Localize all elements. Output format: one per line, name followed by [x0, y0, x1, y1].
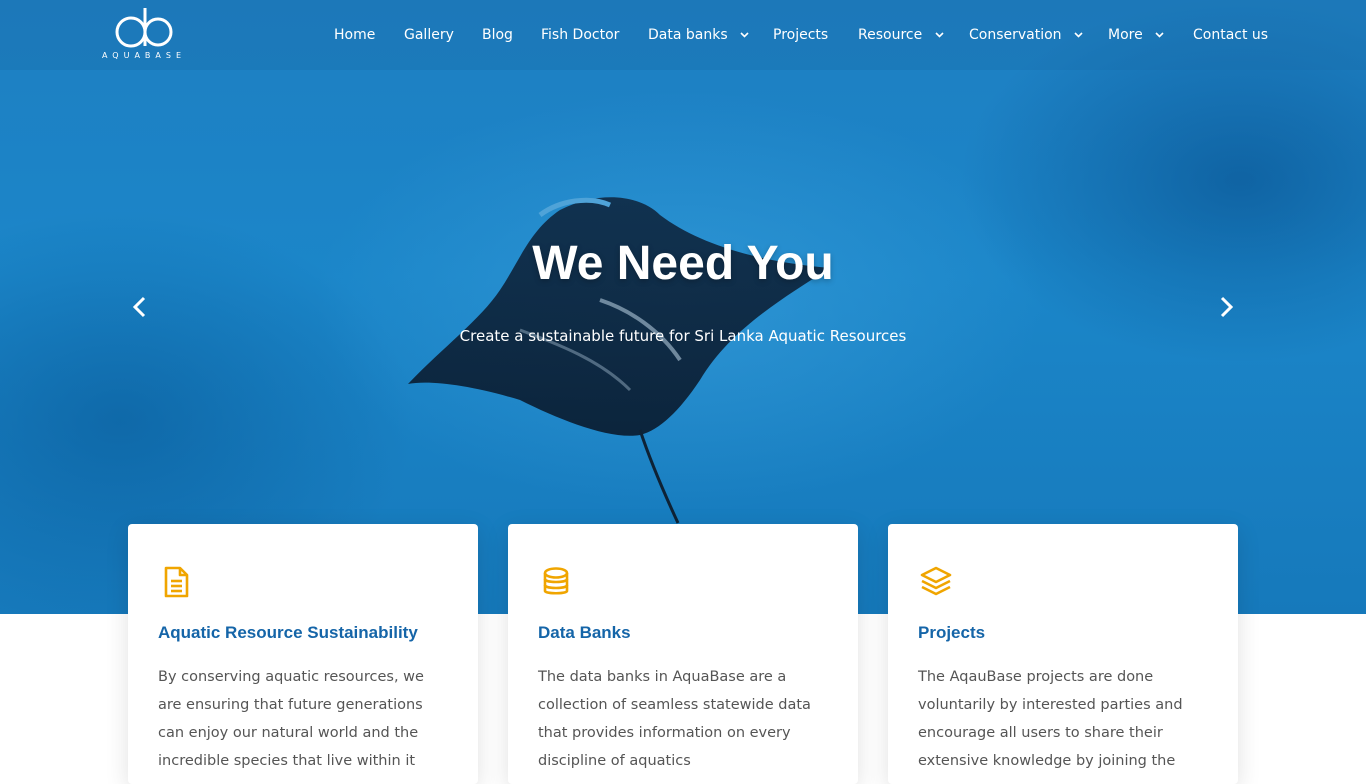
- card-title: Aquatic Resource Sustainability: [158, 623, 418, 642]
- carousel-next-button[interactable]: [1213, 294, 1239, 320]
- card-title: Data Banks: [538, 623, 631, 642]
- card-body: The data banks in AquaBase are a collect…: [538, 669, 811, 769]
- chevron-down-icon: [1155, 32, 1164, 38]
- nav-gallery-label: Gallery: [404, 27, 454, 43]
- nav-conservation[interactable]: Conservation: [969, 24, 1083, 46]
- nav-contact-us[interactable]: Contact us: [1193, 24, 1268, 46]
- nav-home[interactable]: Home: [334, 24, 375, 46]
- logo-text: AQUABASE: [101, 51, 187, 60]
- chevron-right-icon: [1220, 296, 1234, 318]
- nav-more[interactable]: More: [1108, 24, 1164, 46]
- nav-conservation-label: Conservation: [969, 27, 1062, 43]
- nav-more-label: More: [1108, 27, 1143, 43]
- document-icon: [164, 566, 189, 598]
- card-aquatic-resource-sustainability[interactable]: Aquatic Resource Sustainability By conse…: [128, 524, 478, 784]
- card-title: Projects: [918, 623, 986, 642]
- chevron-down-icon: [1074, 32, 1083, 38]
- nav-blog-label: Blog: [482, 27, 513, 43]
- nav-contact-us-label: Contact us: [1193, 27, 1269, 43]
- main-menu: Home Gallery Blog Fish Doctor Data banks…: [0, 24, 1366, 46]
- nav-fish-doctor[interactable]: Fish Doctor: [541, 24, 619, 46]
- layers-icon: [920, 566, 952, 596]
- nav-resource[interactable]: Resource: [858, 24, 944, 46]
- card-projects[interactable]: Projects The AqauBase projects are done …: [888, 524, 1238, 784]
- nav-fish-doctor-label: Fish Doctor: [541, 27, 620, 43]
- nav-projects[interactable]: Projects: [773, 24, 828, 46]
- hero-subtitle: Create a sustainable future for Sri Lank…: [459, 327, 907, 345]
- card-body: The AqauBase projects are done voluntari…: [918, 669, 1183, 769]
- chevron-down-icon: [935, 32, 944, 38]
- card-body: By conserving aquatic resources, we are …: [158, 669, 424, 769]
- nav-blog[interactable]: Blog: [482, 24, 513, 46]
- nav-data-banks-label: Data banks: [648, 27, 728, 43]
- nav-home-label: Home: [334, 27, 376, 43]
- hero-banner: AQUABASE Home Gallery Blog Fish Doctor D…: [0, 0, 1366, 614]
- nav-data-banks[interactable]: Data banks: [648, 24, 749, 46]
- database-icon: [543, 567, 569, 595]
- nav-projects-label: Projects: [773, 27, 829, 43]
- hero-title: We Need You: [532, 237, 834, 290]
- top-navbar: AQUABASE Home Gallery Blog Fish Doctor D…: [0, 0, 1366, 70]
- manta-ray-image: [408, 197, 830, 524]
- carousel-prev-button[interactable]: [127, 294, 153, 320]
- card-data-banks[interactable]: Data Banks The data banks in AquaBase ar…: [508, 524, 858, 784]
- chevron-left-icon: [132, 296, 146, 318]
- nav-resource-label: Resource: [858, 27, 923, 43]
- chevron-down-icon: [740, 32, 749, 38]
- nav-gallery[interactable]: Gallery: [404, 24, 454, 46]
